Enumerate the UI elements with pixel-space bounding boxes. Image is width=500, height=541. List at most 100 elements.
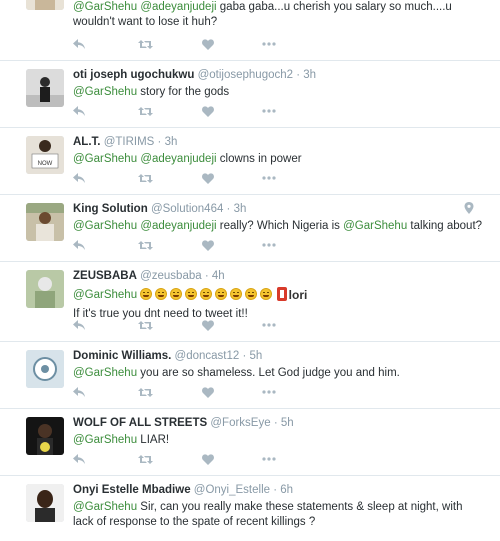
avatar[interactable] bbox=[26, 417, 64, 455]
tweet[interactable]: NOW AL.T. @TIRIMS · 3h @GarShehu @adeyan… bbox=[0, 128, 500, 195]
tweet-header: AL.T. @TIRIMS · 3h bbox=[73, 136, 178, 148]
heart-icon[interactable] bbox=[202, 104, 214, 118]
heart-icon[interactable] bbox=[202, 452, 214, 466]
location-pin-icon[interactable] bbox=[464, 201, 474, 219]
more-icon[interactable] bbox=[262, 318, 276, 332]
display-name[interactable]: oti joseph ugochukwu bbox=[73, 69, 194, 81]
retweet-icon[interactable] bbox=[138, 171, 153, 185]
heart-icon[interactable] bbox=[202, 171, 214, 185]
timestamp[interactable]: 4h bbox=[212, 270, 225, 282]
reply-icon[interactable] bbox=[73, 171, 85, 185]
tweet-header: ZEUSBABA @zeusbaba · 4h bbox=[73, 270, 225, 282]
heart-icon[interactable] bbox=[202, 37, 214, 51]
grinning-face-icon bbox=[230, 288, 243, 300]
avatar[interactable] bbox=[26, 350, 64, 388]
mention-link[interactable]: @GarShehu bbox=[73, 86, 137, 98]
grinning-face-icon bbox=[155, 288, 168, 300]
tweet[interactable]: Dominic Williams. @doncast12 · 5h @GarSh… bbox=[0, 342, 500, 409]
tweet-actions bbox=[73, 385, 333, 399]
mention-link[interactable]: @GarShehu bbox=[73, 289, 137, 301]
grinning-face-icon bbox=[245, 288, 258, 300]
grinning-face-icon bbox=[215, 288, 228, 300]
user-handle[interactable]: @Onyi_Estelle bbox=[194, 484, 270, 496]
avatar[interactable]: NOW bbox=[26, 136, 64, 174]
avatar[interactable] bbox=[26, 484, 64, 522]
display-name[interactable]: AL.T. bbox=[73, 136, 100, 148]
more-icon[interactable] bbox=[262, 385, 276, 399]
mention-link[interactable]: @adeyanjudeji bbox=[140, 220, 216, 232]
tweet[interactable]: ZEUSBABA @zeusbaba · 4h @GarShehu lori I… bbox=[0, 262, 500, 342]
mention-link[interactable]: @GarShehu bbox=[73, 153, 137, 165]
more-icon[interactable] bbox=[262, 104, 276, 118]
heart-icon[interactable] bbox=[202, 385, 214, 399]
emoji-row bbox=[140, 288, 275, 301]
tweet-text: @GarShehu you are so shameless. Let God … bbox=[73, 367, 400, 379]
tweet[interactable]: oti joseph ugochukwu @otijosephugoch2 · … bbox=[0, 61, 500, 128]
more-icon[interactable] bbox=[262, 37, 276, 51]
user-handle[interactable]: @zeusbaba bbox=[140, 270, 202, 282]
mention-link[interactable]: @GarShehu bbox=[73, 434, 137, 446]
tweet-actions bbox=[73, 238, 333, 252]
tweet-text: @GarShehu @adeyanjudeji clowns in power bbox=[73, 153, 302, 165]
timestamp[interactable]: 3h bbox=[234, 203, 247, 215]
timestamp[interactable]: 5h bbox=[281, 417, 294, 429]
display-name[interactable]: King Solution bbox=[73, 203, 148, 215]
grinning-face-icon bbox=[185, 288, 198, 300]
reply-icon[interactable] bbox=[73, 452, 85, 466]
mention-link[interactable]: @GarShehu bbox=[73, 367, 137, 379]
timestamp[interactable]: 3h bbox=[303, 69, 316, 81]
mention-link[interactable]: @GarShehu bbox=[73, 501, 137, 513]
heart-icon[interactable] bbox=[202, 238, 214, 252]
display-name[interactable]: Dominic Williams. bbox=[73, 350, 171, 362]
reply-icon[interactable] bbox=[73, 238, 85, 252]
tweet-text: @GarShehu story for the gods bbox=[73, 86, 230, 98]
avatar[interactable] bbox=[26, 270, 64, 308]
tweet[interactable]: WOLF OF ALL STREETS @ForksEye · 5h @GarS… bbox=[0, 409, 500, 476]
reply-icon[interactable] bbox=[73, 318, 85, 332]
more-icon[interactable] bbox=[262, 238, 276, 252]
display-name[interactable]: ZEUSBABA bbox=[73, 270, 137, 282]
reply-icon[interactable] bbox=[73, 104, 85, 118]
retweet-icon[interactable] bbox=[138, 37, 153, 51]
avatar[interactable] bbox=[26, 69, 64, 107]
mention-link[interactable]: @GarShehu bbox=[343, 220, 407, 232]
tweet[interactable]: @GarShehu @adeyanjudeji gaba gaba...u ch… bbox=[0, 0, 500, 61]
tweet-header: WOLF OF ALL STREETS @ForksEye · 5h bbox=[73, 417, 294, 429]
reply-icon[interactable] bbox=[73, 385, 85, 399]
tweet-text: @GarShehu LIAR! bbox=[73, 434, 170, 446]
avatar[interactable] bbox=[26, 0, 64, 10]
timestamp[interactable]: 6h bbox=[280, 484, 293, 496]
timestamp[interactable]: 5h bbox=[250, 350, 263, 362]
grinning-face-icon bbox=[170, 288, 183, 300]
more-icon[interactable] bbox=[262, 171, 276, 185]
mention-link[interactable]: @GarShehu bbox=[73, 1, 137, 13]
avatar[interactable] bbox=[26, 203, 64, 241]
mention-link[interactable]: @adeyanjudeji bbox=[140, 1, 216, 13]
retweet-icon[interactable] bbox=[138, 452, 153, 466]
display-name[interactable]: WOLF OF ALL STREETS bbox=[73, 417, 207, 429]
tweet-text: @GarShehu @adeyanjudeji gaba gaba...u ch… bbox=[73, 1, 452, 28]
user-handle[interactable]: @TIRIMS bbox=[104, 136, 155, 148]
more-icon[interactable] bbox=[262, 452, 276, 466]
lori-logo[interactable]: lori bbox=[277, 286, 311, 307]
tweet[interactable]: Onyi Estelle Mbadiwe @Onyi_Estelle · 6h … bbox=[0, 476, 500, 541]
grinning-face-icon bbox=[140, 288, 153, 300]
timestamp[interactable]: 3h bbox=[165, 136, 178, 148]
tweet[interactable]: King Solution @Solution464 · 3h @GarSheh… bbox=[0, 195, 500, 262]
tweet-text: @GarShehu lori If it's true you dnt need… bbox=[73, 286, 488, 322]
heart-icon[interactable] bbox=[202, 318, 214, 332]
display-name[interactable]: Onyi Estelle Mbadiwe bbox=[73, 484, 191, 496]
retweet-icon[interactable] bbox=[138, 238, 153, 252]
user-handle[interactable]: @doncast12 bbox=[175, 350, 240, 362]
reply-icon[interactable] bbox=[73, 37, 85, 51]
mention-link[interactable]: @adeyanjudeji bbox=[140, 153, 216, 165]
user-handle[interactable]: @Solution464 bbox=[151, 203, 223, 215]
retweet-icon[interactable] bbox=[138, 318, 153, 332]
retweet-icon[interactable] bbox=[138, 385, 153, 399]
lori-logo-text: lori bbox=[289, 288, 308, 302]
user-handle[interactable]: @ForksEye bbox=[210, 417, 270, 429]
tweet-text: @GarShehu @adeyanjudeji really? Which Ni… bbox=[73, 220, 483, 232]
retweet-icon[interactable] bbox=[138, 104, 153, 118]
mention-link[interactable]: @GarShehu bbox=[73, 220, 137, 232]
user-handle[interactable]: @otijosephugoch2 bbox=[198, 69, 293, 81]
